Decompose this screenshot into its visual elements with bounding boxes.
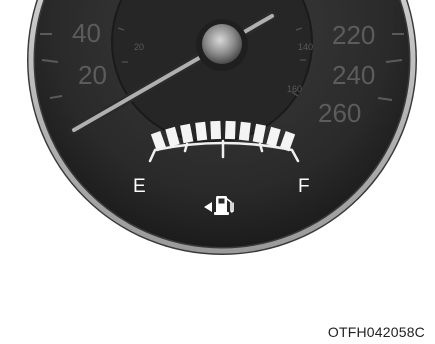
fuel-level-segment xyxy=(195,121,208,141)
speed-label-20: 20 xyxy=(78,60,107,90)
image-code-caption: OTFH042058C xyxy=(327,324,425,340)
fuel-full-label: F xyxy=(298,176,310,197)
inner-label-20: 20 xyxy=(134,42,144,52)
speed-label-260: 260 xyxy=(318,98,361,128)
needle-hub-cap xyxy=(202,24,242,64)
illustration: 40 20 220 240 260 20 140 160 E F OTFH042… xyxy=(0,0,435,344)
fuel-level-segment xyxy=(224,120,236,140)
instrument-cluster: 40 20 220 240 260 20 140 160 E F xyxy=(27,0,417,255)
inner-label-140: 140 xyxy=(298,42,313,52)
fuel-empty-label: E xyxy=(133,176,146,197)
speed-label-40: 40 xyxy=(72,18,101,48)
fuel-level-segment xyxy=(238,121,251,141)
speed-label-220: 220 xyxy=(332,20,375,50)
fuel-level-segment xyxy=(210,120,222,140)
speed-label-240: 240 xyxy=(332,60,375,90)
inner-label-160: 160 xyxy=(287,84,302,94)
